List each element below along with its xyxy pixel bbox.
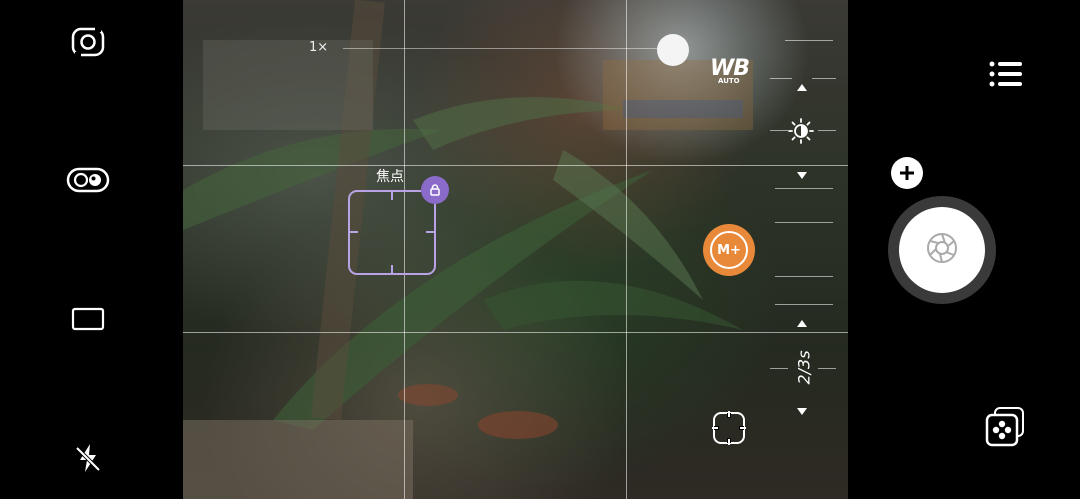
zoom-slider-handle[interactable] — [657, 34, 689, 66]
scale-tick — [770, 78, 792, 79]
scale-tick — [818, 130, 836, 131]
zoom-slider-track[interactable] — [343, 48, 673, 49]
aspect-ratio-icon[interactable] — [70, 305, 106, 333]
focus-frame-icon[interactable] — [710, 409, 748, 447]
scale-tick — [818, 368, 836, 369]
scale-tick — [770, 130, 788, 131]
zoom-level-label: 1× — [309, 40, 329, 55]
focus-frame[interactable] — [348, 190, 436, 275]
manual-mode-badge[interactable]: M+ — [703, 224, 755, 276]
scale-tick — [785, 40, 833, 41]
left-toolbar — [0, 0, 183, 499]
lock-icon[interactable] — [421, 176, 449, 204]
scale-tick — [775, 304, 833, 305]
flash-off-icon[interactable] — [72, 441, 104, 475]
exposure-up-arrow[interactable] — [797, 84, 807, 91]
aperture-icon — [924, 230, 960, 270]
grid-line — [626, 0, 627, 499]
scale-tick — [775, 188, 833, 189]
shutter-speed-value[interactable]: 2/3s — [795, 346, 814, 390]
shutter-button[interactable] — [888, 196, 996, 304]
plus-icon[interactable] — [891, 157, 923, 189]
scale-tick — [770, 368, 788, 369]
scale-tick — [812, 78, 836, 79]
menu-icon[interactable] — [986, 58, 1026, 90]
shutter-down-arrow[interactable] — [797, 408, 807, 415]
dual-lens-icon[interactable] — [66, 164, 110, 196]
shutter-inner — [899, 207, 985, 293]
brightness-icon[interactable] — [787, 117, 815, 145]
grid-line — [183, 165, 848, 166]
switch-camera-icon[interactable] — [68, 22, 108, 62]
manual-mode-label: M+ — [710, 231, 748, 269]
grid-line — [183, 332, 848, 333]
white-balance-mode: AUTO — [718, 77, 740, 85]
gallery-icon[interactable] — [982, 404, 1028, 448]
exposure-down-arrow[interactable] — [797, 172, 807, 179]
scale-tick — [775, 222, 833, 223]
focus-label: 焦点 — [376, 169, 404, 185]
shutter-up-arrow[interactable] — [797, 320, 807, 327]
scale-tick — [775, 276, 833, 277]
